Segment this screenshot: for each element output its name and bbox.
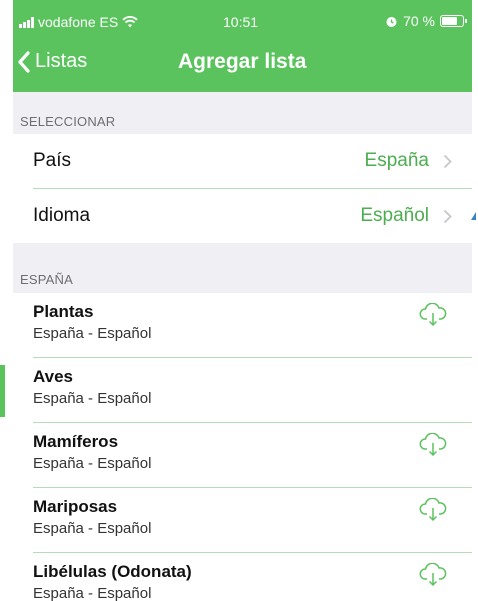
carrier-label: vodafone ES xyxy=(38,14,119,30)
cloud-download-icon[interactable] xyxy=(418,433,448,457)
list-item[interactable]: Libélulas (Odonata) España - Español xyxy=(13,553,472,601)
country-value: España xyxy=(364,150,429,171)
language-label: Idioma xyxy=(33,205,91,226)
list-item-title: Libélulas (Odonata) xyxy=(33,562,192,581)
cloud-download-icon[interactable] xyxy=(418,498,448,522)
status-bar: vodafone ES 10:51 70 % xyxy=(13,0,472,44)
list-item-title: Plantas xyxy=(33,302,94,321)
back-button[interactable]: Listas xyxy=(17,50,87,73)
selection-indicator xyxy=(0,365,5,417)
list-item[interactable]: Mariposas España - Español xyxy=(13,488,472,552)
list-item-subtitle: España - Español xyxy=(33,455,152,472)
back-label: Listas xyxy=(35,50,88,72)
country-row[interactable]: País España xyxy=(13,134,472,188)
navigation-bar: Listas Agregar lista xyxy=(13,44,472,92)
list-item-subtitle: España - Español xyxy=(33,390,152,407)
list-item-title: Aves xyxy=(33,367,74,386)
page-title: Agregar lista xyxy=(178,50,307,73)
chevron-right-icon xyxy=(443,209,452,223)
section-header-country: ESPAÑA xyxy=(13,243,472,293)
status-left: vodafone ES xyxy=(19,14,138,30)
language-row[interactable]: Idioma Español xyxy=(13,189,472,243)
list-item-subtitle: España - Español xyxy=(33,585,152,601)
battery-fill xyxy=(442,17,457,25)
alarm-icon xyxy=(386,16,397,27)
list-item-title: Mamíferos xyxy=(33,432,119,451)
species-list: Plantas España - Español Aves España - E… xyxy=(13,293,472,601)
signal-icon xyxy=(19,16,34,28)
wifi-icon xyxy=(122,16,138,28)
list-item[interactable]: Aves España - Español xyxy=(13,358,472,422)
cloud-download-icon[interactable] xyxy=(418,303,448,327)
battery-percent: 70 % xyxy=(403,13,435,29)
cloud-download-icon[interactable] xyxy=(418,563,448,587)
list-item-subtitle: España - Español xyxy=(33,520,152,537)
country-label: País xyxy=(33,150,72,171)
list-item[interactable]: Plantas España - Español xyxy=(13,293,472,357)
header: vodafone ES 10:51 70 % Listas Agregar li… xyxy=(13,0,472,92)
list-item[interactable]: Mamíferos España - Español xyxy=(13,423,472,487)
section-header-select: SELECCIONAR xyxy=(13,92,472,134)
language-value: Español xyxy=(360,205,429,226)
battery-icon xyxy=(440,15,467,27)
chevron-right-icon xyxy=(443,154,452,168)
status-time: 10:51 xyxy=(223,14,259,30)
status-right: 70 % xyxy=(385,13,467,29)
list-item-subtitle: España - Español xyxy=(33,325,152,342)
list-item-title: Mariposas xyxy=(33,497,118,516)
main-content: SELECCIONAR País España Idioma Español E… xyxy=(13,92,472,601)
chevron-left-icon xyxy=(18,50,30,73)
scroll-indicator xyxy=(471,212,476,220)
